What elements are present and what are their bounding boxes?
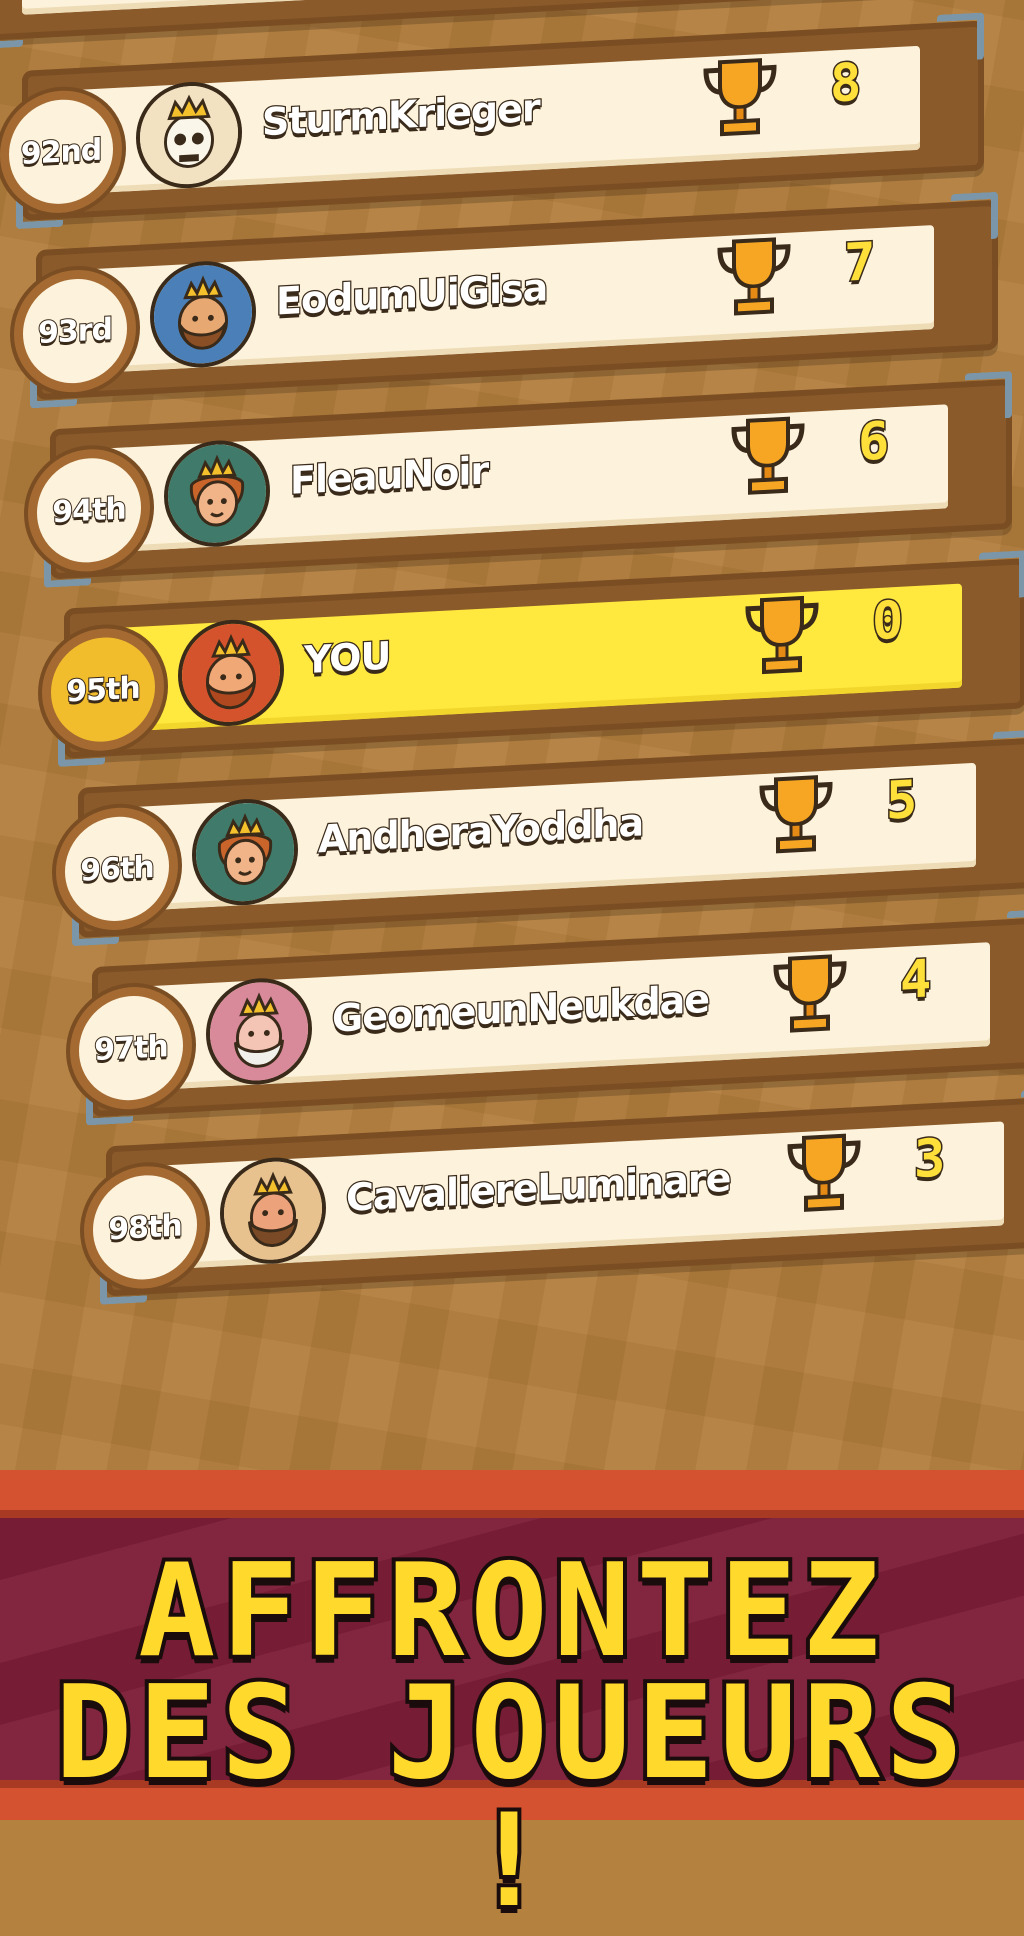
trophy-icon [700, 53, 780, 141]
trophy-icon [784, 1129, 864, 1217]
leaderboard-row[interactable]: 98th CavaliereLuminare 3 [84, 1096, 1024, 1297]
trophy-icon [728, 412, 808, 500]
leaderboard-row[interactable]: 96th AndheraYoddha 5 [56, 737, 1024, 939]
rank-label: 94th [51, 490, 126, 531]
trophy-icon [714, 232, 794, 320]
rank-label: 95th [65, 669, 140, 710]
player-name: YOU [303, 632, 392, 683]
trophy-count: 6 [857, 410, 891, 475]
rank-label: 93rd [37, 311, 113, 352]
trophy-icon [742, 591, 822, 679]
rank-label: 92nd [20, 131, 103, 172]
trophy-count: 3 [913, 1127, 947, 1192]
promo-banner: AFFRONTEZ DES JOUEURS ! [0, 1470, 1024, 1930]
trophy-count: 8 [829, 51, 863, 116]
trophy-icon [770, 949, 850, 1037]
rank-label: 97th [93, 1028, 168, 1069]
banner-headline-line1: AFFRONTEZ [134, 1537, 886, 1686]
rank-label: 96th [79, 848, 154, 889]
leaderboard-row[interactable]: 97th GeomeunNeukdae 4 [70, 916, 1024, 1118]
trophy-count: 7 [843, 231, 877, 296]
banner-headline-line2: DES JOUEURS ! [51, 1659, 969, 1936]
leaderboard-row[interactable]: 92nd SturmKrieger 8 [0, 20, 984, 222]
leaderboard: 92nd SturmKrieger 8 93rd EodumUiGisa 7 9… [0, 0, 1024, 1475]
leaderboard-row-you[interactable]: 95th YOU 0 [42, 558, 1024, 759]
trophy-count: 4 [899, 948, 933, 1013]
banner-top-trim [0, 1470, 1024, 1518]
trophy-count: 5 [885, 768, 919, 833]
leaderboard-row[interactable]: 93rd EodumUiGisa 7 [14, 199, 998, 401]
trophy-count: 0 [871, 589, 905, 654]
rank-label: 98th [107, 1207, 182, 1248]
trophy-icon [756, 770, 836, 858]
leaderboard-row[interactable]: 94th FleauNoir 6 [28, 378, 1012, 580]
